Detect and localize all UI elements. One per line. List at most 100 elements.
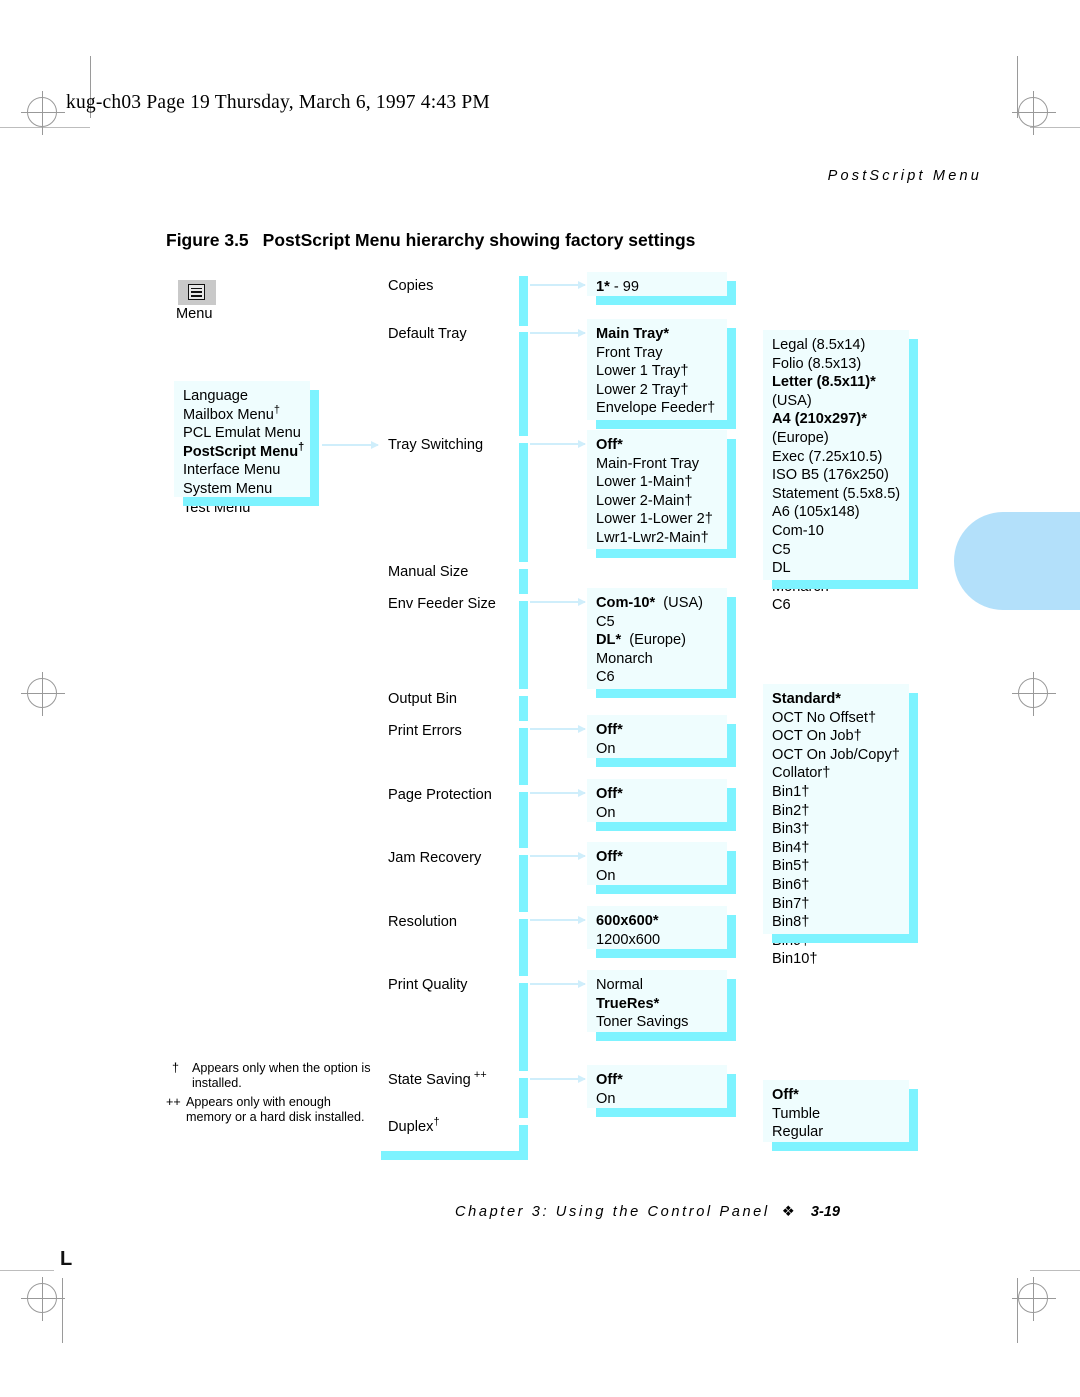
box-shadow-bottom [596,689,736,698]
connector-default-tray [530,329,586,337]
box-shadow-right [727,328,736,429]
value-resolution-0: 600x600* [596,913,659,929]
paper-size-6: Exec (7.25x10.5) [772,448,883,465]
value-duplex-1: Tumble [772,1105,821,1122]
connector-env-feeder-size [530,598,586,606]
menu-item-page-protection[interactable]: Page Protection [388,786,492,804]
values-box-state-saving: Off* On [587,1065,736,1117]
output-bin-1: OCT No Offset† [772,709,877,726]
menu-item-resolution[interactable]: Resolution [388,913,457,931]
box-shadow-bottom [596,822,736,831]
value-env-feeder-1: C5 [596,613,615,630]
values-box-page-protection: Off* On [587,779,736,831]
value-tray-switching-0: Off* [596,437,623,453]
connector-jam-recovery [530,852,586,860]
value-tray-switching-1: Main-Front Tray [596,455,699,472]
output-bin-3: OCT On Job/Copy† [772,746,900,763]
paper-size-9: A6 (105x148) [772,504,860,521]
paper-size-7: ISO B5 (176x250) [772,467,889,484]
footnote-doubleplus: ++ Appears only with enough memory or a … [166,1095,376,1125]
menu-item-print-errors[interactable]: Print Errors [388,722,462,740]
registration-mark-bottom-right [1012,1277,1056,1321]
menu-item-copies[interactable]: Copies [388,277,433,295]
corner-registration-L: L [60,1248,73,1270]
crop-rule-top-right [1030,127,1080,128]
output-bin-0: Standard* [772,691,841,707]
menu-list-item-pcl-emulat[interactable]: PCL Emulat Menu [183,424,302,443]
items-spine-foot [381,1151,528,1160]
menu-item-print-quality[interactable]: Print Quality [388,976,467,994]
value-default-tray-1: Front Tray [596,344,663,361]
value-print-errors-0: Off* [596,722,623,738]
paper-size-8: Statement (5.5x8.5) [772,485,901,502]
values-box-default-tray: Main Tray* Front Tray Lower 1 Tray† Lowe… [587,319,736,429]
menu-item-duplex[interactable]: Duplex† [388,1117,440,1136]
items-spine-10 [519,919,528,976]
registration-mark-mid-right [1012,672,1056,716]
page-footer: Chapter 3: Using the Control Panel ❖ 3-19 [455,1203,840,1220]
values-box-output-bins: Standard* OCT No Offset† OCT On Job† OCT… [763,684,918,967]
values-box-duplex: Off* Tumble Regular [763,1080,918,1151]
items-spine-1 [519,276,528,326]
value-state-saving-0: Off* [596,1072,623,1088]
menu-item-output-bin[interactable]: Output Bin [388,690,457,708]
value-print-quality-1: TrueRes* [596,995,660,1012]
value-print-quality-2: Toner Savings [596,1014,689,1031]
connector-copies [530,281,586,289]
menu-button[interactable] [178,280,216,305]
page-number: 3-19 [810,1204,841,1220]
value-duplex-2: Regular [772,1124,824,1141]
value-state-saving-1: On [596,1090,616,1107]
connector-print-quality [530,980,586,988]
box-shadow-right [727,597,736,698]
menu-item-jam-recovery[interactable]: Jam Recovery [388,849,481,867]
output-bin-4: Collator† [772,765,831,782]
value-tray-switching-2: Lower 1-Main† [596,474,693,491]
connector-state-saving [530,1075,586,1083]
value-default-tray-3: Lower 2 Tray† [596,381,689,398]
items-spine-11 [519,983,528,1071]
values-box-jam-recovery: Off* On [587,842,736,894]
menu-item-state-saving[interactable]: State Saving ++ [388,1070,487,1089]
menu-list-item-system[interactable]: System Menu [183,480,302,499]
paper-size-11: C5 [772,541,791,558]
menu-item-manual-size[interactable]: Manual Size [388,563,468,581]
box-shadow-bottom [596,420,736,429]
crop-rule-bottom-left [0,1270,54,1271]
value-page-protection-0: Off* [596,786,623,802]
chapter-thumb-tab [954,512,1080,610]
figure-number: Figure 3.5 [166,230,249,250]
footnote-dagger-marker: † [172,1061,180,1075]
value-page-protection-1: On [596,804,616,821]
figure-title: PostScript Menu hierarchy showing factor… [262,230,696,250]
crop-rule-right-bottom [1017,1278,1018,1343]
menu-item-env-feeder-size[interactable]: Env Feeder Size [388,595,496,613]
registration-mark-top-left [21,91,65,135]
value-env-feeder-3: Monarch [596,650,653,667]
connector-menulist-to-items [322,441,379,449]
registration-mark-bottom-left [21,1277,65,1321]
footnote-doubleplus-text: Appears only with enough memory or a har… [186,1095,365,1125]
footnote-dagger: † Appears only when the option is instal… [172,1061,372,1091]
running-head: PostScript Menu [827,168,982,184]
box-shadow-bottom [596,949,736,958]
menu-list-item-language[interactable]: Language [183,387,302,406]
footnote-dagger-text: Appears only when the option is installe… [192,1061,371,1091]
registration-mark-top-right [1012,91,1056,135]
values-box-print-quality: Normal TrueRes* Toner Savings [587,970,736,1041]
value-env-feeder-0: Com-10* (USA) [596,595,704,611]
output-bin-9: Bin5† [772,858,810,875]
box-shadow-bottom [183,497,319,506]
menu-lines-icon [188,284,205,300]
menu-list-item-mailbox[interactable]: Mailbox Menu† [183,404,302,425]
figure-caption: Figure 3.5 PostScript Menu hierarchy show… [166,230,695,251]
items-spine-5 [519,601,528,689]
menu-list-item-postscript[interactable]: PostScript Menu† [183,441,304,462]
connector-print-errors [530,725,586,733]
menu-list-item-interface[interactable]: Interface Menu [183,461,302,480]
output-bin-10: Bin6† [772,876,810,893]
menu-item-default-tray[interactable]: Default Tray [388,325,467,343]
output-bin-6: Bin2† [772,802,810,819]
box-shadow-right [727,439,736,558]
menu-item-tray-switching[interactable]: Tray Switching [388,436,483,454]
